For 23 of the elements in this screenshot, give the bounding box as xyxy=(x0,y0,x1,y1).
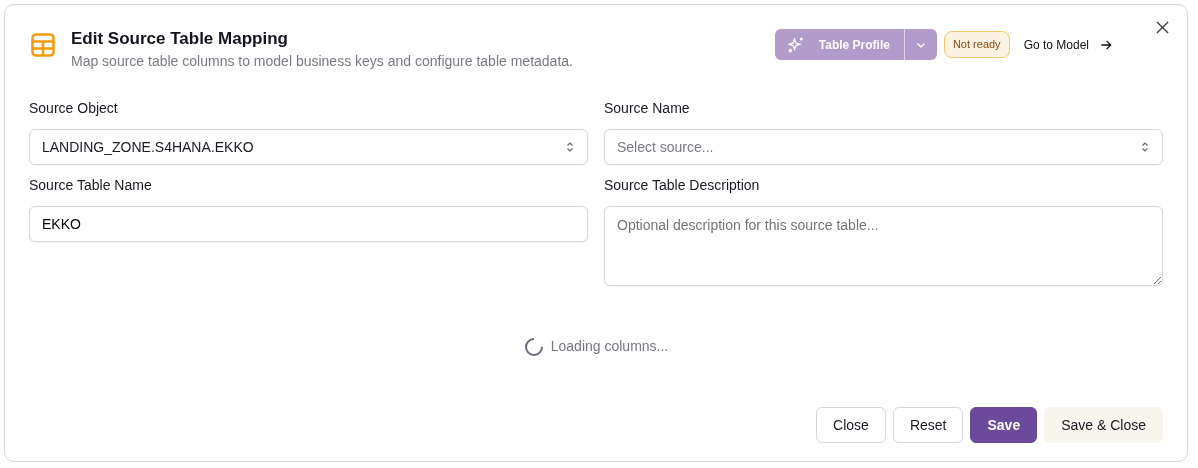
spinner-icon xyxy=(523,336,544,357)
field-label: Source Table Name xyxy=(29,176,153,195)
footer-button[interactable]: Save & Close xyxy=(1044,407,1163,443)
field-label: Source Object xyxy=(29,99,119,118)
footer-button[interactable]: Close xyxy=(816,407,886,443)
status-badge: Not ready xyxy=(943,31,1010,58)
chevron-updown-icon xyxy=(1140,141,1150,153)
select-field[interactable]: LANDING_ZONE.S4HANA.EKKO xyxy=(29,129,588,165)
dialog-subtitle: Map source table columns to model business keys and configure table metadata. xyxy=(71,52,573,71)
footer-button[interactable]: Reset xyxy=(892,407,964,443)
table-icon xyxy=(29,31,57,59)
save-button[interactable]: Save xyxy=(970,407,1038,443)
select-field[interactable]: Select source... xyxy=(604,129,1163,165)
field-label: Source Name xyxy=(604,99,691,118)
go-to-model-link[interactable]: Go to Model xyxy=(1023,35,1113,54)
close-icon[interactable] xyxy=(1154,19,1171,36)
text-field[interactable]: EKKO xyxy=(29,206,588,242)
description-field[interactable]: Optional description for this source table... xyxy=(604,206,1163,286)
chevron-updown-icon xyxy=(565,141,575,153)
loading-text: Loading columns... xyxy=(550,337,669,356)
dialog-title: Edit Source Table Mapping xyxy=(71,29,289,49)
sparkle-icon xyxy=(786,35,805,54)
field-label: Source Table Description xyxy=(604,176,761,195)
